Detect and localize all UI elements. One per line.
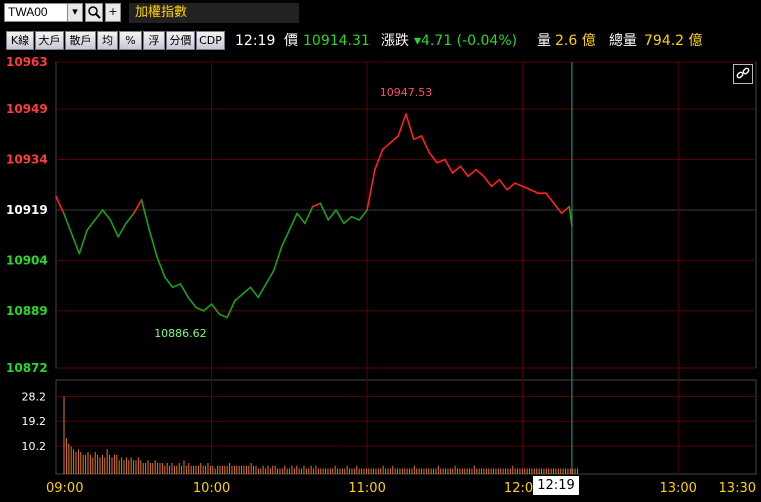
price-segment <box>335 209 345 225</box>
price-segment <box>451 165 462 174</box>
x-tick-label: 13:00 <box>659 481 696 496</box>
y-tick-label: 10949 <box>6 102 48 116</box>
price-segment <box>444 158 454 174</box>
intraday-chart: 10963 10949 10934 10919 10904 10889 10872 28.2 1… <box>6 55 757 496</box>
y-tick-label: 10963 <box>6 55 48 69</box>
price-segment <box>482 175 493 188</box>
price-segment <box>428 151 438 164</box>
low-annotation: 10886.62 <box>154 327 207 340</box>
price-segment <box>86 219 96 231</box>
price-segment <box>195 306 205 312</box>
price-panel-frame <box>55 61 757 369</box>
price-segment <box>311 202 322 208</box>
cursor-time-label: 12:19 <box>533 476 579 495</box>
price-segment <box>202 303 213 312</box>
price-segment <box>148 229 158 258</box>
price-segment <box>467 168 477 178</box>
y-tick-label: 10872 <box>6 361 48 375</box>
price-segment <box>132 199 143 215</box>
price-segment <box>109 219 120 238</box>
price-segment <box>420 135 431 154</box>
price-segment <box>117 222 127 238</box>
price-segment <box>319 202 330 221</box>
price-segment <box>164 276 174 289</box>
price-segment <box>78 229 88 255</box>
price-segment <box>327 209 337 221</box>
price-segment <box>296 212 306 225</box>
price-segment <box>350 215 361 221</box>
x-tick-label: 13:30 <box>719 481 756 496</box>
volume-tick-label: 10.2 <box>22 440 47 453</box>
price-segment <box>125 212 135 225</box>
x-tick-label: 09:00 <box>46 481 83 496</box>
price-segment <box>234 293 244 302</box>
x-tick-label: 11:00 <box>348 481 385 496</box>
price-segment <box>498 178 508 191</box>
volume-tick-label: 28.2 <box>22 390 47 403</box>
price-segment <box>218 313 228 319</box>
price-segment <box>249 286 260 299</box>
price-segment <box>521 185 532 191</box>
y-tick-label: 10934 <box>6 153 48 167</box>
price-segment <box>171 283 182 289</box>
price-segment <box>459 165 470 178</box>
price-segment <box>226 299 236 319</box>
y-tick-label: 10889 <box>6 304 48 318</box>
price-segment <box>241 286 252 295</box>
high-annotation: 10947.53 <box>380 86 433 99</box>
price-segment <box>381 141 392 151</box>
price-segment <box>280 229 291 248</box>
price-segment <box>475 168 485 178</box>
y-tick-label: 10919 <box>6 203 48 217</box>
price-segment <box>545 192 555 205</box>
price-segment <box>304 205 314 225</box>
price-segment <box>62 212 73 235</box>
price-segment <box>210 303 221 315</box>
price-segment <box>514 182 524 188</box>
price-segment <box>288 212 298 231</box>
price-segment <box>101 209 112 221</box>
price-segment <box>358 209 368 221</box>
price-segment <box>140 199 151 231</box>
price-segment <box>436 158 446 164</box>
price-segment <box>272 246 283 272</box>
price-segment <box>412 135 423 141</box>
price-segment <box>490 178 501 188</box>
price-segment <box>342 215 353 225</box>
price-segment <box>397 113 407 137</box>
x-tick-label: 10:00 <box>193 481 230 496</box>
price-segment <box>506 182 516 191</box>
price-segment <box>70 232 81 255</box>
price-segment <box>94 209 104 221</box>
price-segment <box>55 195 65 215</box>
price-segment <box>257 283 267 299</box>
y-tick-label: 10904 <box>6 253 48 267</box>
price-segment <box>529 188 540 194</box>
price-segment <box>389 135 400 144</box>
price-segment <box>179 283 190 299</box>
price-segment <box>265 269 275 285</box>
volume-panel-frame <box>55 379 757 475</box>
link-icon[interactable] <box>733 64 753 84</box>
price-segment <box>552 202 563 215</box>
price-segment <box>187 296 197 309</box>
volume-tick-label: 19.2 <box>22 415 47 428</box>
price-segment <box>366 168 376 211</box>
price-segment <box>405 113 415 141</box>
